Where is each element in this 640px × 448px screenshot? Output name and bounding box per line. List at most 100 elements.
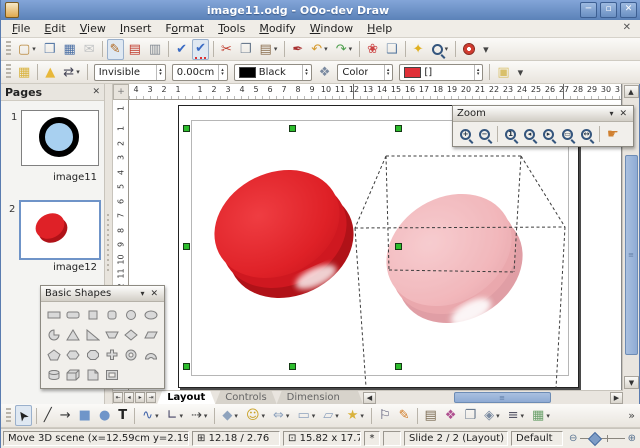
new-document-button[interactable]: ▢▾ — [15, 39, 39, 60]
arrow-style-button[interactable]: ⇄▾ — [60, 62, 82, 83]
save-button[interactable]: ▦ — [60, 39, 78, 60]
insert-picture-button[interactable]: ❑ — [383, 39, 401, 60]
scroll-up-button[interactable]: ▲ — [624, 85, 639, 98]
page-style-cell[interactable]: Default — [511, 431, 563, 446]
edit-file-button[interactable]: ✎ — [107, 39, 124, 60]
zoom-previous-button[interactable]: ◂ — [521, 124, 538, 145]
new-document-dropdown[interactable]: ▾ — [32, 45, 36, 53]
callouts-button[interactable]: ▱▾ — [320, 405, 342, 426]
connector-button[interactable]: ∟▾ — [164, 405, 186, 426]
help-button[interactable] — [460, 39, 478, 60]
redo-button[interactable]: ↷▾ — [333, 39, 355, 60]
alignment-dropdown[interactable]: ▾ — [521, 412, 525, 420]
zoom-dropdown[interactable]: ▾ — [445, 45, 449, 53]
shape-circle-pie-button[interactable] — [45, 325, 63, 344]
zoom-slider-track[interactable] — [580, 438, 624, 439]
line-ends-arrow-button[interactable]: → — [57, 405, 74, 426]
slide-indicator[interactable]: Slide 2 / 2 (Layout) — [404, 431, 508, 446]
undo-dropdown[interactable]: ▾ — [324, 45, 328, 53]
shape-ellipse-button[interactable] — [142, 305, 160, 324]
toolbar-grip[interactable] — [6, 64, 11, 80]
flowcharts-button[interactable]: ▭▾ — [294, 405, 318, 426]
shape-isosceles-triangle-button[interactable] — [64, 325, 82, 344]
shape-trapezoid-button[interactable] — [103, 325, 121, 344]
shape-rectangle-button[interactable] — [45, 305, 63, 324]
selection-handle[interactable] — [183, 363, 190, 370]
print-button[interactable]: ▥ — [146, 39, 164, 60]
insert-button[interactable]: ▤ — [422, 405, 440, 426]
shape-folded-corner-button[interactable] — [84, 365, 102, 384]
paste-dropdown[interactable]: ▾ — [274, 45, 278, 53]
arrange-dropdown[interactable]: ▾ — [546, 412, 550, 420]
selection-handle[interactable] — [395, 363, 402, 370]
fill-dialog-button[interactable]: ❖ — [316, 62, 334, 83]
gallery-button[interactable]: ❀ — [364, 39, 381, 60]
format-paintbrush-button[interactable]: ✒ — [289, 39, 306, 60]
line-button[interactable]: ╱ — [41, 405, 55, 426]
shape-block-arc-button[interactable] — [142, 345, 160, 364]
zoom-100-button[interactable]: 1 — [502, 124, 519, 145]
scroll-right-button[interactable]: ▶ — [610, 392, 623, 404]
maximize-button[interactable]: ▫ — [600, 2, 617, 18]
spellcheck-button[interactable]: ✔ — [173, 39, 190, 60]
scroll-left-button[interactable]: ◀ — [363, 392, 376, 404]
text-button[interactable]: T — [115, 405, 130, 426]
previous-page-button[interactable]: ◂ — [124, 392, 134, 403]
page-thumbnail-2[interactable] — [19, 200, 101, 260]
cut-button[interactable]: ✂ — [218, 39, 235, 60]
shape-cross-button[interactable] — [103, 345, 121, 364]
symbol-shapes-dropdown[interactable]: ▾ — [262, 412, 266, 420]
shape-octagon-button[interactable] — [84, 345, 102, 364]
scroll-down-button[interactable]: ▼ — [624, 376, 639, 389]
menu-item[interactable]: View — [73, 21, 113, 36]
redo-dropdown[interactable]: ▾ — [349, 45, 353, 53]
zoom-page-button[interactable]: ▭ — [559, 124, 576, 145]
rectangle-button[interactable]: ■ — [76, 405, 94, 426]
horizontal-scrollbar[interactable]: ◀ ≡ ▶ — [363, 390, 623, 404]
page-thumbnail-2-label[interactable]: image12 — [19, 262, 97, 273]
callouts-dropdown[interactable]: ▾ — [335, 412, 339, 420]
red-disc-object[interactable] — [196, 150, 372, 319]
alignment-button[interactable]: ≡▾ — [505, 405, 527, 426]
zoom-out-icon[interactable]: ⊖ — [569, 433, 577, 444]
arrange-button[interactable]: ▦▾ — [529, 405, 553, 426]
tab-dimension-lines[interactable]: Dimension Lines — [277, 391, 363, 404]
3d-objects-dropdown[interactable]: ▾ — [496, 412, 500, 420]
selection-handle[interactable] — [289, 363, 296, 370]
stars-dropdown[interactable]: ▾ — [360, 412, 364, 420]
close-button[interactable]: ✕ — [620, 2, 637, 18]
toolbar-grip[interactable] — [6, 41, 11, 57]
page-thumbnail-1[interactable] — [21, 110, 99, 166]
shape-regular-pentagon-button[interactable] — [45, 345, 63, 364]
selection-handle[interactable] — [183, 125, 190, 132]
shape-hexagon-button[interactable] — [64, 345, 82, 364]
zoom-out-button[interactable]: − — [476, 124, 493, 145]
shape-cylinder-button[interactable] — [45, 365, 63, 384]
connector-dropdown[interactable]: ▾ — [179, 412, 183, 420]
lines-and-arrows-button[interactable]: ⇢▾ — [188, 405, 210, 426]
arrow-style-dropdown[interactable]: ▾ — [76, 68, 80, 76]
shape-square-button[interactable] — [84, 305, 102, 324]
zoom-slider-thumb[interactable] — [588, 432, 602, 446]
toolbar-menu-arrow-icon[interactable]: ▾ — [605, 109, 617, 118]
zoom-page-width-button[interactable]: ↔ — [578, 124, 595, 145]
tab-controls[interactable]: Controls — [215, 391, 276, 404]
points-button[interactable]: ⚐ — [376, 405, 394, 426]
spin-buttons[interactable]: ▴▾ — [218, 65, 226, 80]
document-as-email-button[interactable]: ✉ — [81, 39, 98, 60]
spin-buttons[interactable]: ▴▾ — [474, 65, 482, 80]
pink-disc-object[interactable] — [366, 171, 544, 345]
block-arrows-button[interactable]: ⇔▾ — [270, 405, 292, 426]
shape-rectangle-rounded-button[interactable] — [64, 305, 82, 324]
selection-handle[interactable] — [395, 243, 402, 250]
shape-frame-button[interactable] — [103, 365, 121, 384]
3d-objects-button[interactable]: ◈▾ — [481, 405, 503, 426]
basic-shapes-dropdown[interactable]: ▾ — [234, 412, 238, 420]
line-style-combobox[interactable]: Invisible ▴▾ — [94, 64, 166, 81]
vertical-scroll-thumb[interactable]: ≡ — [625, 155, 638, 355]
basic-shapes-button[interactable]: ◆▾ — [219, 405, 241, 426]
export-pdf-button[interactable]: ▤ — [126, 39, 144, 60]
zoom-toolbar-close-icon[interactable]: ✕ — [617, 109, 629, 119]
menu-item[interactable]: Modify — [252, 21, 302, 36]
undo-button[interactable]: ↶▾ — [308, 39, 330, 60]
